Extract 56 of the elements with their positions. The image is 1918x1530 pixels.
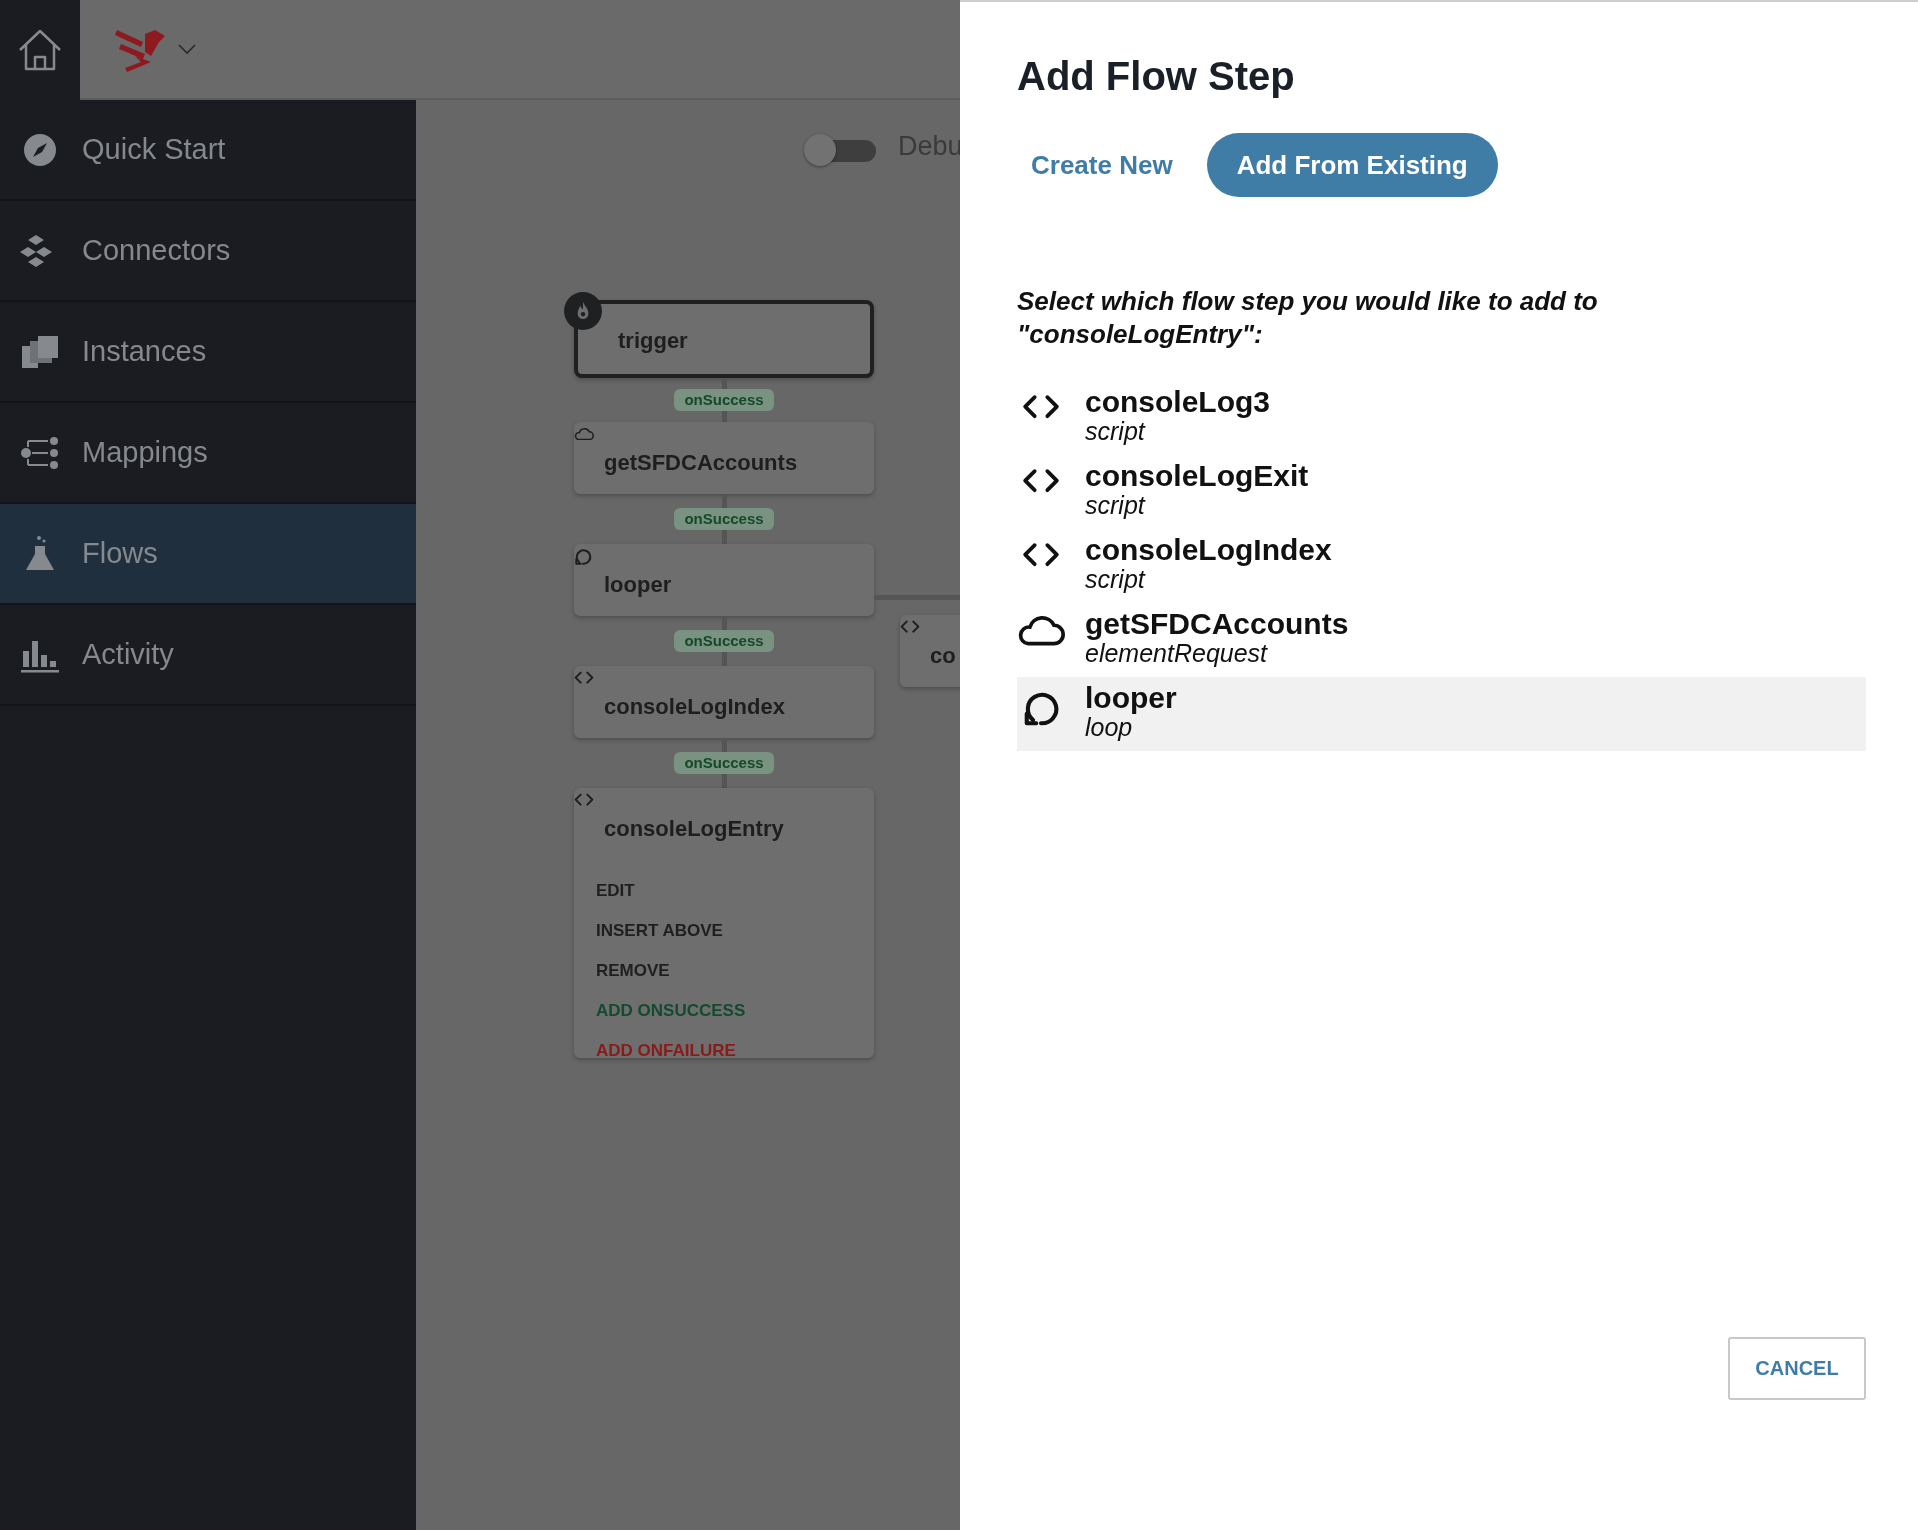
step-option[interactable]: consoleLog3 script (1017, 381, 1866, 455)
loop-icon (1022, 690, 1060, 728)
chevron-down-icon[interactable] (177, 43, 197, 55)
prompt-text: Select which flow step you would like to add to "consoleLogEntry": (1017, 285, 1599, 351)
step-name: consoleLog3 (1085, 386, 1271, 418)
trigger-icon (564, 292, 602, 330)
cards-icon (20, 333, 60, 370)
step-name: getSFDCAccounts (1085, 608, 1349, 640)
flow-node[interactable]: co (900, 615, 960, 687)
node-title: consoleLogEntry (604, 816, 784, 842)
step-option[interactable]: consoleLogExit script (1017, 455, 1866, 529)
node-title: consoleLogIndex (604, 694, 785, 720)
tab[interactable]: Create New (1017, 133, 1187, 197)
step-type: script (1085, 418, 1146, 444)
compass-icon (22, 131, 58, 168)
code-icon (1022, 394, 1060, 420)
cloud-icon (574, 427, 594, 440)
step-type: elementRequest (1085, 640, 1268, 666)
code-icon (1022, 468, 1060, 494)
cancel-button[interactable]: CANCEL (1728, 1337, 1866, 1400)
tab[interactable]: Add From Existing (1206, 133, 1498, 197)
loop-icon (574, 548, 592, 566)
flow-node[interactable]: consoleLogEntry EDIT INSERT ABOVE REMOVE ADD ONSUCCESS ADD ONFAILURE (574, 788, 874, 1058)
code-icon (574, 792, 594, 806)
flow-node[interactable]: getSFDCAccounts (574, 422, 874, 494)
node-title: trigger (618, 328, 688, 354)
step-name: looper (1085, 682, 1177, 714)
flow-node[interactable]: trigger (574, 300, 874, 378)
code-icon (1022, 542, 1060, 568)
flow-node[interactable]: looper (574, 544, 874, 616)
step-name: consoleLogIndex (1085, 534, 1332, 566)
sidebar-item[interactable]: Flows (0, 504, 416, 605)
node-title: getSFDCAccounts (604, 450, 798, 476)
link-label: onSuccess (674, 508, 774, 530)
link-label: onSuccess (674, 630, 774, 652)
menu-item[interactable]: EDIT (596, 880, 746, 902)
menu-item[interactable]: REMOVE (596, 960, 746, 982)
link-label: onSuccess (674, 389, 774, 411)
menu-item[interactable]: INSERT ABOVE (596, 920, 746, 942)
step-type: script (1085, 566, 1146, 592)
dialog-title: Add Flow Step (1017, 54, 1296, 99)
node-title: looper (604, 572, 672, 598)
link-label: onSuccess (674, 752, 774, 774)
debug-toggle[interactable] (804, 134, 878, 166)
flow-node[interactable]: consoleLogIndex (574, 666, 874, 738)
step-type: loop (1085, 714, 1133, 740)
step-option[interactable]: getSFDCAccounts elementRequest (1017, 603, 1866, 677)
code-icon (900, 619, 920, 633)
node-title: co (930, 643, 956, 669)
mapping-icon (20, 434, 60, 471)
step-name: consoleLogExit (1085, 460, 1309, 492)
cloud-icon (1017, 616, 1065, 646)
step-option[interactable]: looper loop (1017, 677, 1866, 751)
step-type: script (1085, 492, 1146, 518)
step-option[interactable]: consoleLogIndex script (1017, 529, 1866, 603)
code-icon (574, 670, 594, 684)
